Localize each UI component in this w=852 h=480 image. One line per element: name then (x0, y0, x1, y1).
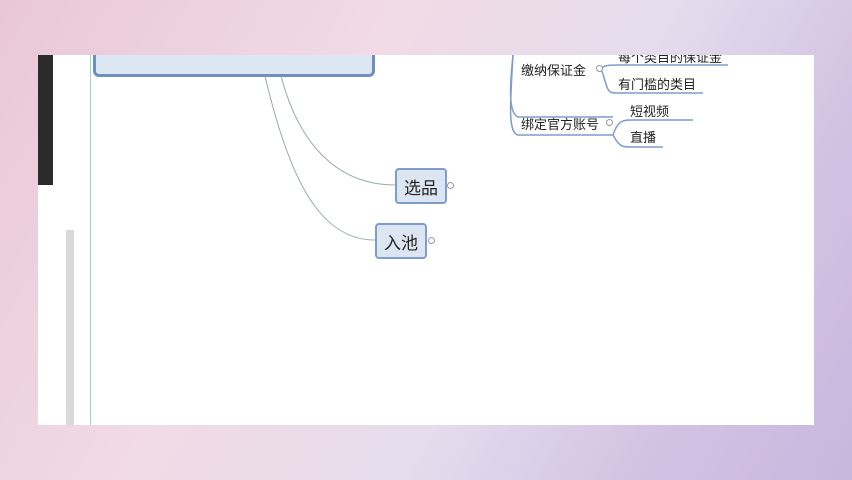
collapse-icon[interactable] (606, 119, 613, 126)
topic-threshold-category[interactable]: 有门槛的类目 (618, 74, 696, 93)
topic-short-video[interactable]: 短视频 (630, 101, 669, 120)
mindmap-window: 选品 入池 缴纳保证金 每个类目的保证金 有门槛的类目 绑定官方账号 短视频 直… (38, 55, 814, 425)
root-topic[interactable] (93, 55, 375, 77)
topic-category-deposit[interactable]: 每个类目的保证金 (618, 55, 722, 66)
topic-bind-account[interactable]: 绑定官方账号 (521, 114, 599, 133)
collapse-icon[interactable] (596, 65, 603, 72)
topic-live[interactable]: 直播 (630, 127, 656, 146)
collapse-icon[interactable] (428, 237, 435, 244)
topic-select-products[interactable]: 选品 (395, 168, 447, 204)
collapse-icon[interactable] (447, 182, 454, 189)
topic-enter-pool[interactable]: 入池 (375, 223, 427, 259)
topic-deposit[interactable]: 缴纳保证金 (521, 60, 586, 79)
